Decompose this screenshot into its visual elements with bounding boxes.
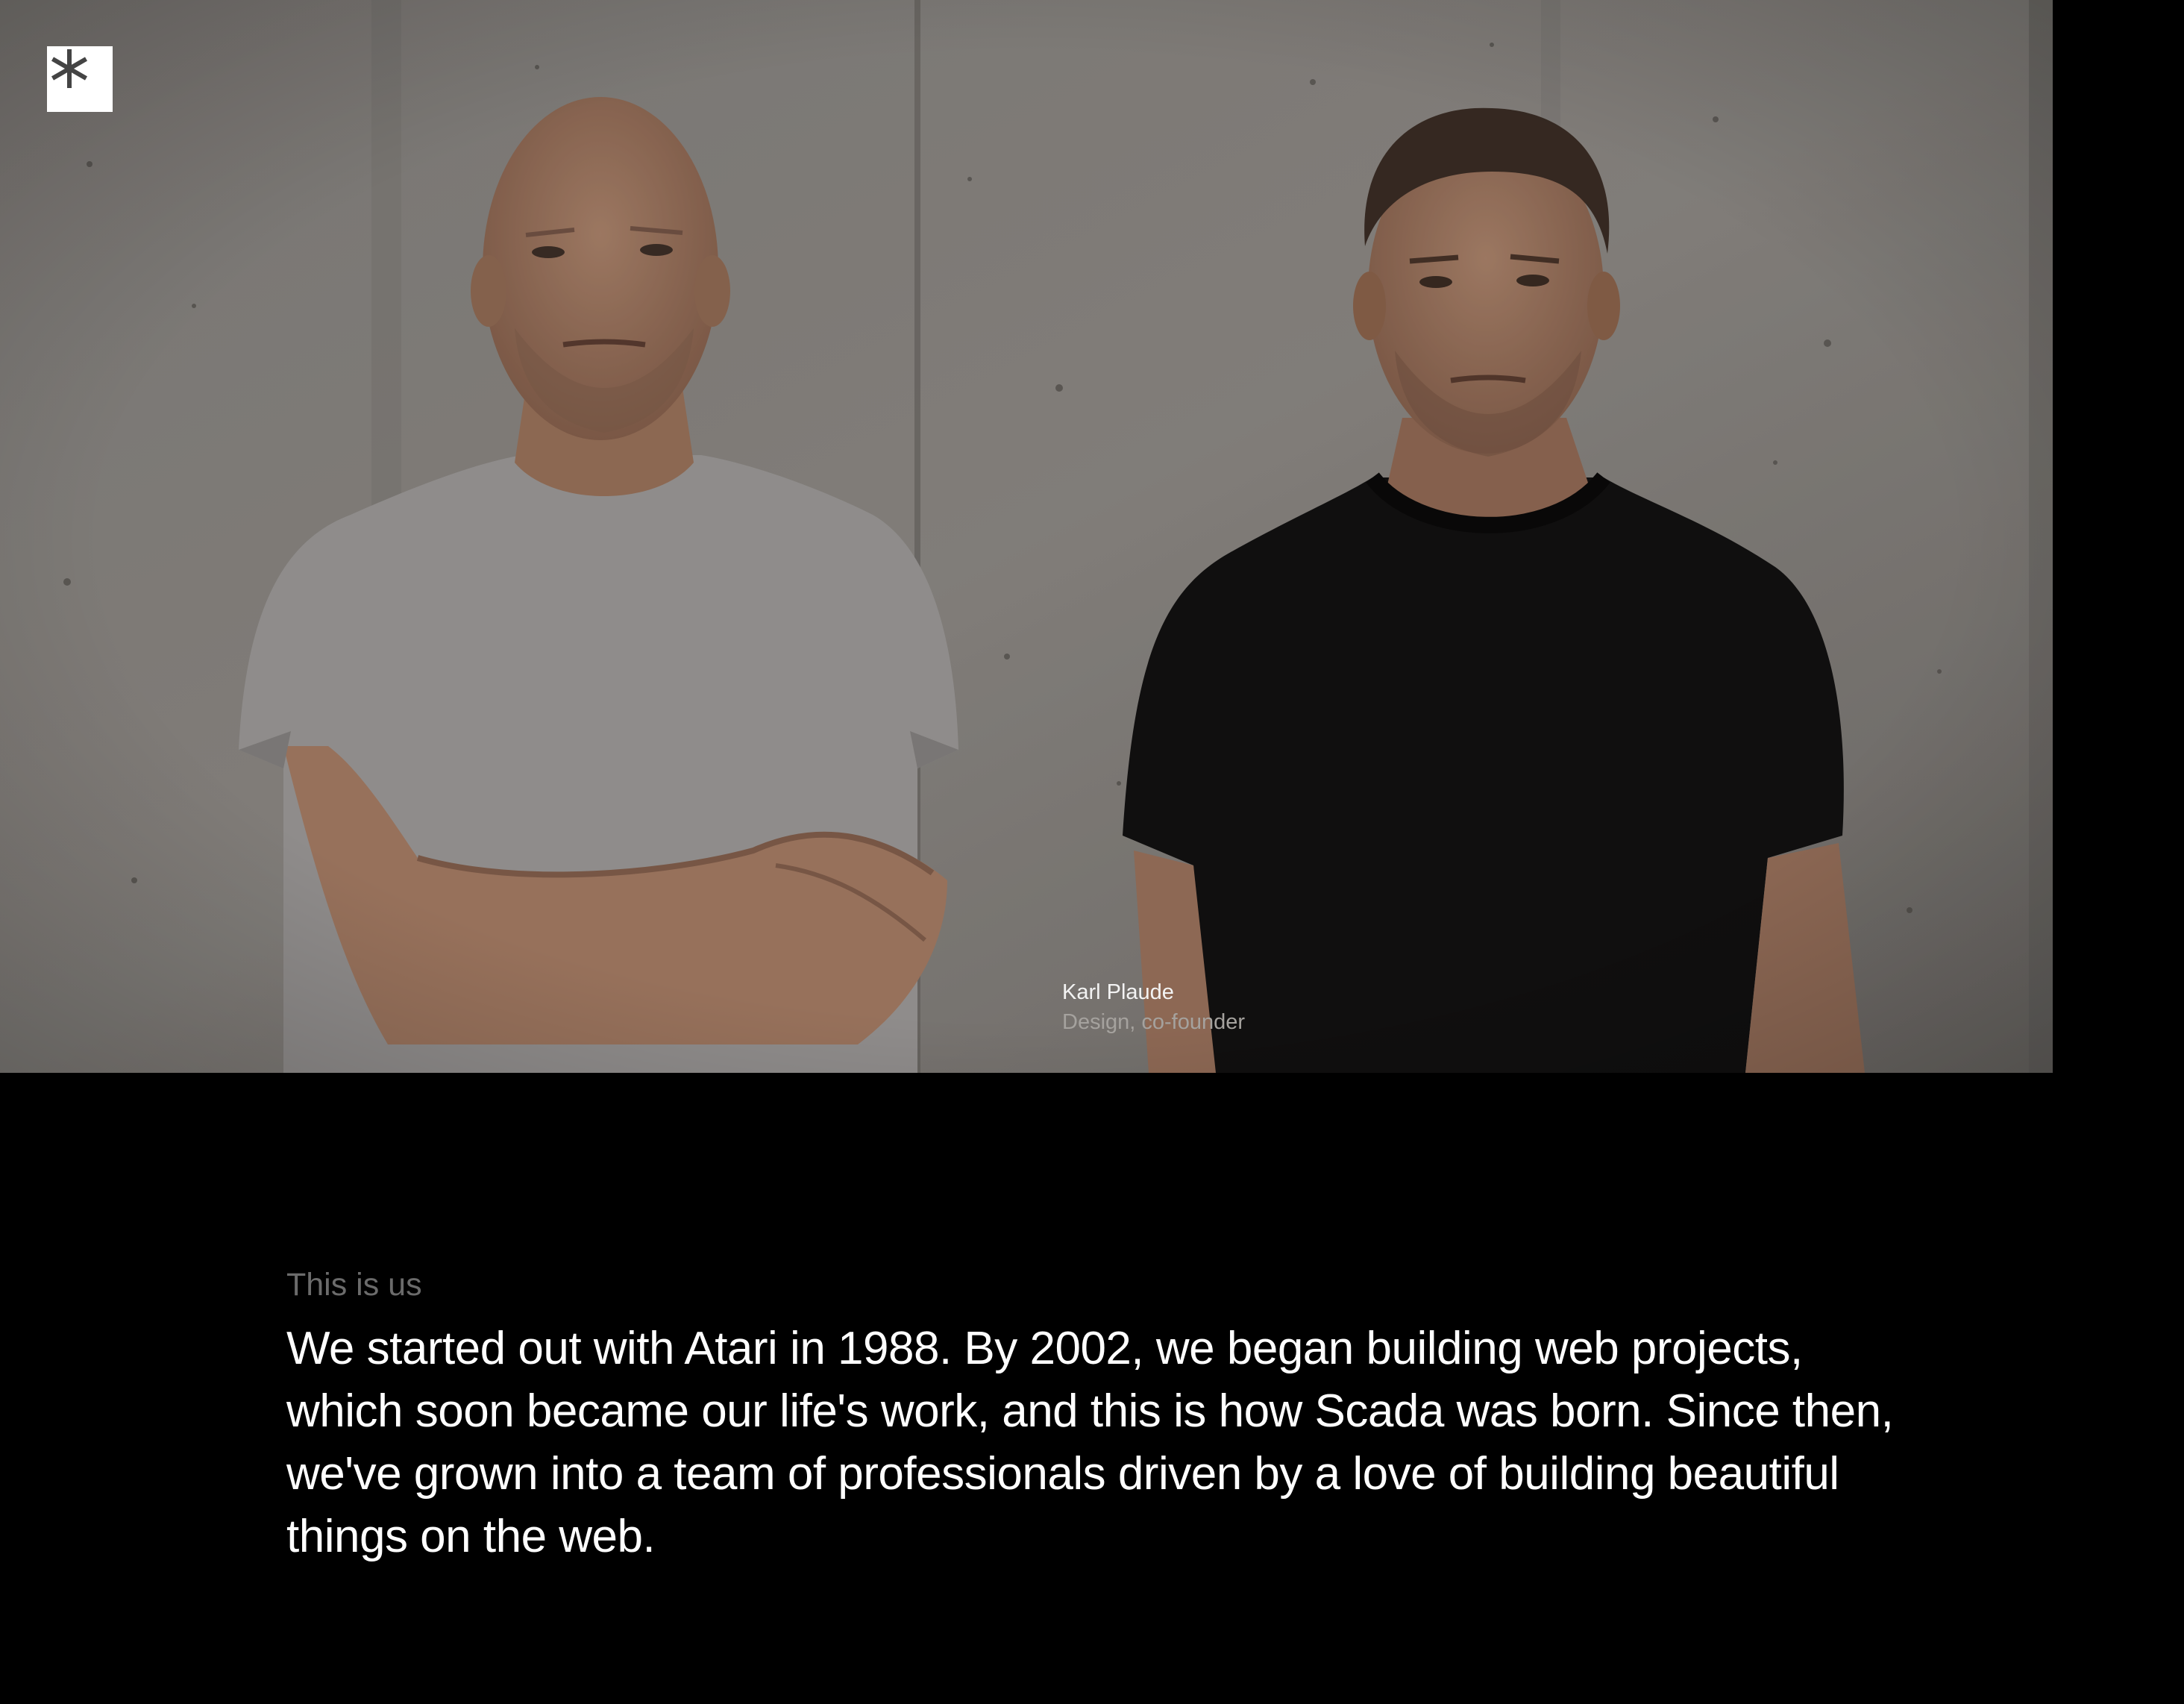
logo-button[interactable]	[47, 46, 113, 112]
caption-name: Karl Plaude	[1062, 980, 1174, 1004]
about-paragraph: We started out with Atari in 1988. By 20…	[286, 1323, 1894, 1562]
caption-role: Design, co-founder	[1062, 1010, 1246, 1034]
about-section: This is us We started out with Atari in …	[286, 1262, 1927, 1568]
photo-caption: Karl Plaude Design, co-founder	[1062, 977, 1245, 1037]
hero-photo: Karl Plaude Design, co-founder	[0, 0, 2053, 1073]
asterisk-icon	[51, 49, 88, 88]
section-eyebrow: This is us	[286, 1267, 422, 1303]
founders-photo-illustration	[0, 0, 2053, 1073]
